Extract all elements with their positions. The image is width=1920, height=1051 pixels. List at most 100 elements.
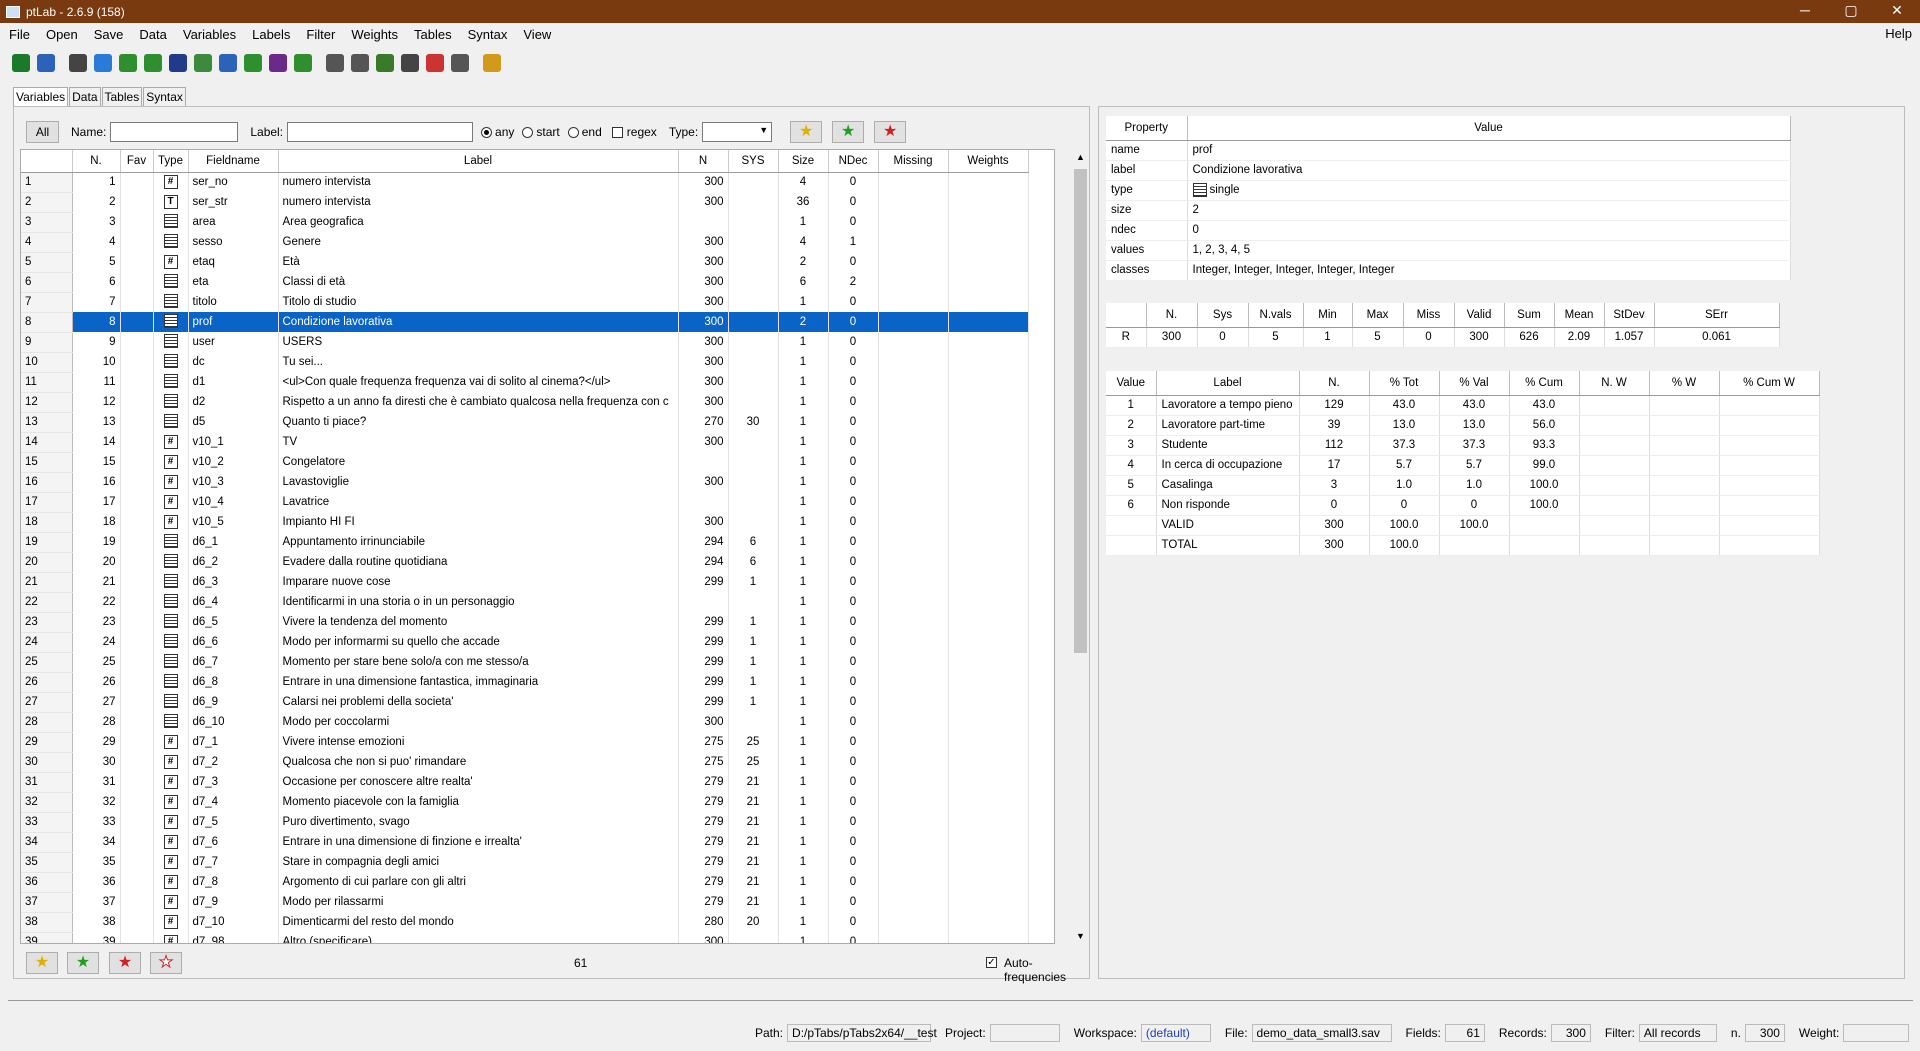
menu-help[interactable]: Help: [1885, 26, 1912, 41]
name-input[interactable]: [110, 122, 239, 142]
r-icon[interactable]: [244, 54, 262, 72]
col-header[interactable]: N: [678, 150, 729, 173]
table-row[interactable]: 10 10 dc Tu sei... 300 1 0: [21, 352, 1029, 373]
table-row[interactable]: 15 15 # v10_2 Congelatore 1 0: [21, 452, 1029, 473]
table-row[interactable]: 22 22 d6_4 Identificarmi in una storia o in…: [21, 592, 1029, 613]
table-row[interactable]: 37 37 # d7_9 Modo per rilassarmi 279 21 1 0: [21, 892, 1029, 913]
any-radio[interactable]: [481, 126, 493, 138]
table-row[interactable]: 3 3 area Area geografica 1 0: [21, 212, 1029, 233]
close-button[interactable]: ✕: [1874, 0, 1920, 23]
table-row[interactable]: 34 34 # d7_6 Entrare in una dimensione di fi…: [21, 832, 1029, 853]
export-icon[interactable]: [12, 54, 30, 72]
col-header[interactable]: SYS: [728, 150, 779, 173]
menu-data[interactable]: Data: [130, 27, 173, 42]
table-row[interactable]: 7 7 titolo Titolo di studio 300 1 0: [21, 292, 1029, 313]
menu-variables[interactable]: Variables: [174, 27, 243, 42]
maximize-button[interactable]: ▢: [1828, 0, 1874, 23]
menu-filter[interactable]: Filter: [297, 27, 342, 42]
fav-green-button[interactable]: ★: [67, 952, 99, 974]
table-row[interactable]: 26 26 d6_8 Entrare in una dimensione fantas…: [21, 672, 1029, 693]
table-row[interactable]: 25 25 d6_7 Momento per stare bene solo/a co…: [21, 652, 1029, 673]
fav-red-button[interactable]: ★: [109, 952, 141, 974]
scroll-thumb[interactable]: [1074, 169, 1087, 653]
sas-icon[interactable]: [169, 54, 187, 72]
fav-yellow-button[interactable]: ★: [26, 952, 58, 974]
star-red-button[interactable]: ★: [874, 121, 907, 143]
table-row[interactable]: 19 19 d6_1 Appuntamento irrinunciabile 294 6 1…: [21, 532, 1029, 553]
menu-weights[interactable]: Weights: [342, 27, 405, 42]
refresh-icon[interactable]: [94, 54, 112, 72]
table-row[interactable]: 4 4 sesso Genere 300 4 1: [21, 232, 1029, 253]
menu-file[interactable]: File: [0, 27, 37, 42]
col-header[interactable]: Fieldname: [188, 150, 279, 173]
filter-icon[interactable]: [376, 54, 394, 72]
regex-checkbox[interactable]: [611, 126, 623, 138]
menu-syntax[interactable]: Syntax: [459, 27, 515, 42]
table-row[interactable]: 16 16 # v10_3 Lavastoviglie 300 1 0: [21, 472, 1029, 493]
table-row[interactable]: 14 14 # v10_1 TV 300 1 0: [21, 432, 1029, 453]
tab-variables[interactable]: Variables: [13, 87, 69, 106]
recode-icon[interactable]: [451, 54, 469, 72]
table-row[interactable]: 5 5 # etaq Età 300 2 0: [21, 252, 1029, 273]
report-icon[interactable]: [294, 54, 312, 72]
tab-data[interactable]: Data: [69, 87, 101, 106]
col-header[interactable]: N.: [72, 150, 121, 173]
end-radio[interactable]: [567, 126, 579, 138]
variables-scrollbar[interactable]: ▲ ▼: [1072, 149, 1089, 944]
scroll-up-icon[interactable]: ▲: [1076, 152, 1085, 162]
minimize-button[interactable]: ─: [1782, 0, 1828, 23]
table-row[interactable]: 23 23 d6_5 Vivere la tendenza del momento 29…: [21, 612, 1029, 633]
menu-save[interactable]: Save: [85, 27, 131, 42]
table-row[interactable]: 24 24 d6_6 Modo per informarmi su quello ch…: [21, 632, 1029, 653]
tab-tables[interactable]: Tables: [101, 87, 143, 106]
grid-icon[interactable]: [37, 54, 55, 72]
key-icon[interactable]: [483, 54, 501, 72]
layout-icon[interactable]: [69, 54, 87, 72]
filter-clear-icon[interactable]: [401, 54, 419, 72]
type-select[interactable]: ▼: [702, 122, 773, 142]
table-row[interactable]: 9 9 user USERS 300 1 0: [21, 332, 1029, 353]
table-row[interactable]: 21 21 d6_3 Imparare nuove cose 299 1 1 0: [21, 572, 1029, 593]
auto-frequencies-checkbox[interactable]: ✓: [986, 957, 997, 968]
col-header[interactable]: Fav: [120, 150, 154, 173]
table-row[interactable]: 2 2 Tser_str numero intervista 300 36 0: [21, 192, 1029, 213]
table-row[interactable]: 28 28 d6_10 Modo per coccolarmi 300 1 0: [21, 712, 1029, 733]
col-header[interactable]: Label: [278, 150, 679, 173]
spss-icon[interactable]: [119, 54, 137, 72]
table-row[interactable]: 31 31 # d7_3 Occasione per conoscere altre r…: [21, 772, 1029, 793]
scroll-down-icon[interactable]: ▼: [1076, 931, 1085, 941]
sss-icon[interactable]: [194, 54, 212, 72]
table-row[interactable]: 18 18 # v10_5 Impianto HI FI 300 1 0: [21, 512, 1029, 533]
col-header[interactable]: Missing: [878, 150, 949, 173]
col-header[interactable]: Type: [153, 150, 189, 173]
table-row[interactable]: 29 29 # d7_1 Vivere intense emozioni 275 25 1 0: [21, 732, 1029, 753]
table-row[interactable]: 30 30 # d7_2 Qualcosa che non si puo' rimand…: [21, 752, 1029, 773]
label-input[interactable]: [287, 122, 474, 142]
col-header[interactable]: NDec: [828, 150, 879, 173]
star-yellow-button[interactable]: ★: [790, 121, 823, 143]
table-row[interactable]: 32 32 # d7_4 Momento piacevole con la famigl…: [21, 792, 1029, 813]
table-row[interactable]: 36 36 # d7_8 Argomento di cui parlare con gl…: [21, 872, 1029, 893]
star-green-button[interactable]: ★: [832, 121, 865, 143]
tab-syntax[interactable]: Syntax: [143, 87, 186, 106]
col-header[interactable]: Size: [778, 150, 829, 173]
table-row[interactable]: 11 11 d1 <ul>Con quale frequenza frequenza …: [21, 372, 1029, 393]
table-row[interactable]: 12 12 d2 Rispetto a un anno fa diresti che …: [21, 392, 1029, 413]
all-button[interactable]: All: [26, 121, 59, 143]
sort-icon[interactable]: [426, 54, 444, 72]
menu-view[interactable]: View: [514, 27, 558, 42]
table-row[interactable]: 17 17 # v10_4 Lavatrice 1 0: [21, 492, 1029, 513]
balance-icon[interactable]: [326, 54, 344, 72]
table-row[interactable]: 38 38 # d7_10 Dimenticarmi del resto del mon…: [21, 912, 1029, 933]
table-row[interactable]: 20 20 d6_2 Evadere dalla routine quotidiana…: [21, 552, 1029, 573]
workspace-value[interactable]: (default): [1140, 1024, 1211, 1042]
table-row[interactable]: 39 39 # d7_98 Altro (specificare) 300 1 0: [21, 932, 1029, 943]
s-icon[interactable]: [219, 54, 237, 72]
menu-tables[interactable]: Tables: [405, 27, 459, 42]
table-row[interactable]: 33 33 # d7_5 Puro divertimento, svago 279 21 1 0: [21, 812, 1029, 833]
balance2-icon[interactable]: [351, 54, 369, 72]
col-header[interactable]: [21, 150, 73, 173]
fav-clear-button[interactable]: ★: [150, 952, 182, 974]
menu-labels[interactable]: Labels: [243, 27, 297, 42]
table-row[interactable]: 13 13 d5 Quanto ti piace? 270 30 1 0: [21, 412, 1029, 433]
